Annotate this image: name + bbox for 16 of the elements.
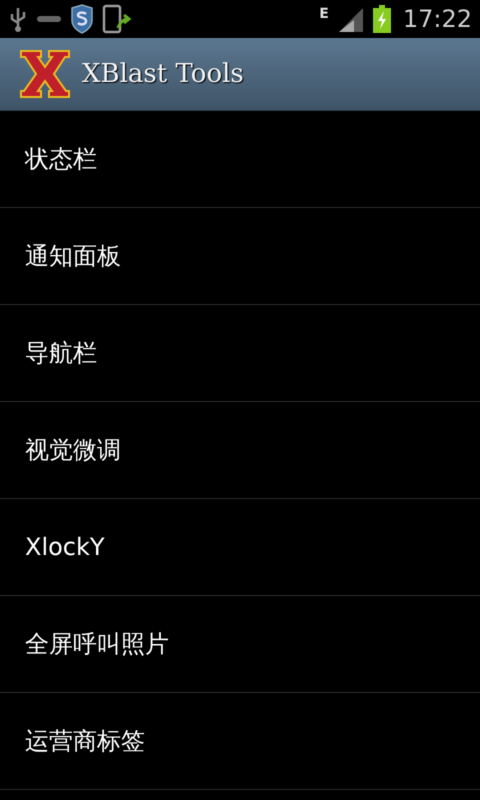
menu-item[interactable]: 运营商标签 [0, 693, 480, 790]
phone-upload-icon [102, 4, 132, 34]
signal-icon [336, 6, 365, 32]
x-logo-icon[interactable] [20, 50, 70, 98]
usb-icon [8, 6, 28, 32]
menu-item[interactable]: 状态栏 [0, 111, 480, 208]
menu-item[interactable]: XlockY [0, 499, 480, 596]
shield-icon [70, 4, 94, 34]
menu-item[interactable]: 通知面板 [0, 208, 480, 305]
menu-item[interactable]: 导航栏 [0, 305, 480, 402]
menu-item[interactable]: 视觉微调 [0, 402, 480, 499]
app-title: XBlast Tools [82, 59, 244, 89]
battery-charging-icon [372, 5, 391, 33]
network-type-label: E [319, 6, 329, 22]
menu-item[interactable]: 全屏呼叫照片 [0, 596, 480, 693]
clock-time: 17:22 [402, 5, 472, 33]
